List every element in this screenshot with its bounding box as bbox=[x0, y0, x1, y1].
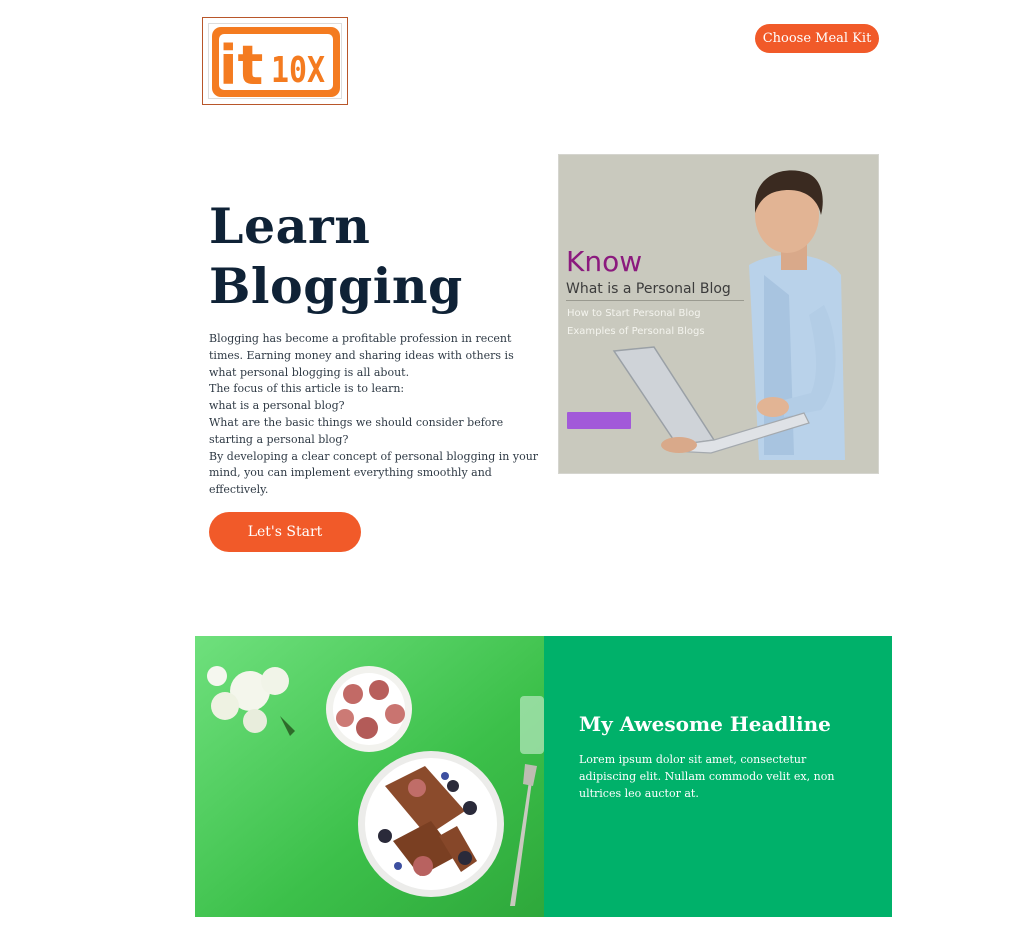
page-title: Learn Blogging bbox=[209, 197, 463, 315]
image-list-item: Examples of Personal Blogs bbox=[567, 326, 705, 337]
site-logo[interactable]: it 10X bbox=[202, 17, 348, 105]
feature-section: My Awesome Headline Lorem ipsum dolor si… bbox=[195, 636, 892, 917]
logo-icon: it 10X bbox=[212, 27, 340, 97]
feature-title: My Awesome Headline bbox=[579, 712, 831, 736]
hero-paragraph: By developing a clear concept of persona… bbox=[209, 449, 539, 497]
hero-description: Blogging has become a profitable profess… bbox=[209, 331, 539, 499]
logo-frame: it 10X bbox=[208, 23, 342, 99]
image-heading: Know bbox=[566, 245, 643, 278]
image-subheading: What is a Personal Blog bbox=[566, 281, 731, 297]
food-plate-illustration bbox=[195, 636, 544, 917]
svg-text:10X: 10X bbox=[271, 50, 325, 91]
hero-paragraph: Blogging has become a profitable profess… bbox=[209, 332, 514, 379]
feature-panel: My Awesome Headline Lorem ipsum dolor si… bbox=[544, 636, 892, 917]
choose-meal-kit-button[interactable]: Choose Meal Kit bbox=[755, 24, 879, 53]
hero-paragraph: what is a personal blog? bbox=[209, 399, 345, 413]
svg-text:it: it bbox=[219, 34, 263, 97]
lets-start-button[interactable]: Let's Start bbox=[209, 512, 361, 552]
hero-paragraph: What are the basic things we should cons… bbox=[209, 415, 504, 446]
hero-image: Know What is a Personal Blog How to Star… bbox=[558, 154, 879, 474]
image-list-item: How to Start Personal Blog bbox=[567, 308, 701, 319]
hero-paragraph: The focus of this article is to learn: bbox=[209, 382, 405, 396]
image-divider bbox=[566, 300, 744, 301]
feature-text: Lorem ipsum dolor sit amet, consectetur … bbox=[579, 753, 835, 800]
image-button-shape bbox=[567, 412, 631, 429]
food-image bbox=[195, 636, 544, 917]
